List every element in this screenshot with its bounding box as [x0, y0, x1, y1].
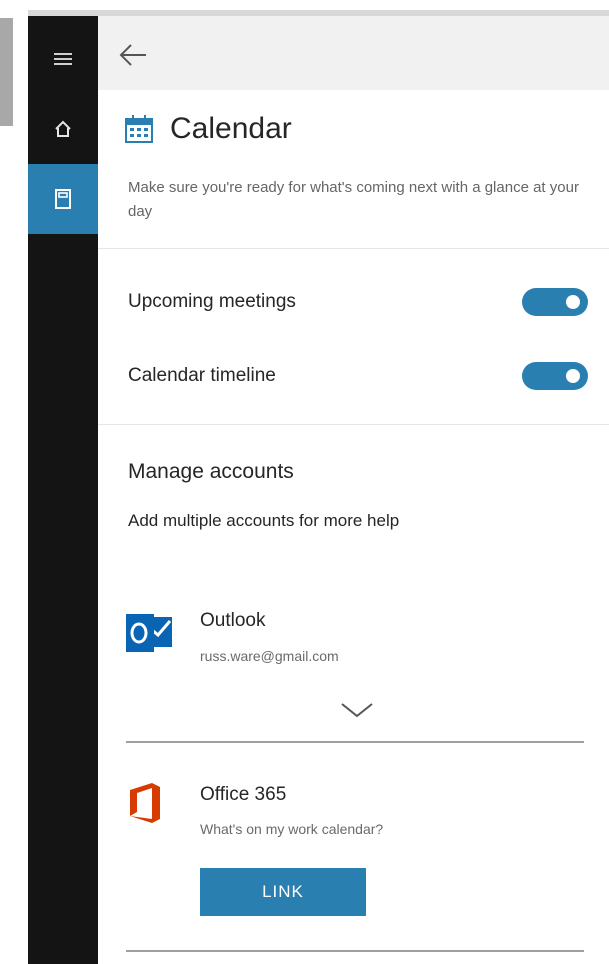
- calendar-timeline-toggle[interactable]: [522, 362, 588, 390]
- toggle-knob: [566, 295, 580, 309]
- nav-home-button[interactable]: [28, 94, 98, 164]
- nav-rail: [28, 16, 98, 964]
- page-title: Calendar: [170, 112, 292, 145]
- hamburger-menu-button[interactable]: [28, 24, 98, 94]
- outlook-icon: [126, 614, 172, 652]
- back-button[interactable]: [116, 40, 150, 70]
- expand-outlook-button[interactable]: [338, 699, 376, 721]
- calendar-timeline-label: Calendar timeline: [128, 365, 276, 386]
- home-icon: [55, 120, 71, 137]
- chevron-down-icon: [341, 703, 373, 718]
- separator: [126, 741, 584, 743]
- nav-notebook-button[interactable]: [28, 164, 98, 234]
- notebook-icon: [55, 189, 71, 209]
- office-365-account-name: Office 365: [200, 784, 287, 805]
- back-arrow-icon: [119, 44, 146, 66]
- scrollbar-thumb[interactable]: [0, 18, 13, 126]
- hamburger-menu-icon: [54, 53, 72, 65]
- manage-accounts-title: Manage accounts: [128, 460, 294, 483]
- toggle-knob: [566, 369, 580, 383]
- left-strip: [0, 0, 28, 964]
- separator: [126, 950, 584, 952]
- calendar-timeline-row: Calendar timeline: [128, 356, 588, 396]
- link-office-365-button[interactable]: LINK: [200, 868, 366, 916]
- header-bar: [98, 16, 609, 90]
- outlook-account-email: russ.ware@gmail.com: [200, 648, 339, 664]
- upcoming-meetings-label: Upcoming meetings: [128, 291, 296, 312]
- upcoming-meetings-toggle[interactable]: [522, 288, 588, 316]
- office-365-icon: [130, 783, 160, 823]
- outlook-account-name: Outlook: [200, 610, 266, 631]
- upcoming-meetings-row: Upcoming meetings: [128, 282, 588, 322]
- page-description: Make sure you're ready for what's coming…: [128, 179, 579, 220]
- calendar-icon: [125, 115, 153, 143]
- office-365-prompt: What's on my work calendar?: [200, 821, 384, 837]
- manage-accounts-subtitle: Add multiple accounts for more help: [128, 511, 400, 530]
- divider: [98, 424, 609, 425]
- divider: [98, 248, 609, 249]
- title-row: Calendar: [124, 112, 292, 146]
- calendar-settings-panel: Calendar Make sure you're ready for what…: [98, 16, 609, 964]
